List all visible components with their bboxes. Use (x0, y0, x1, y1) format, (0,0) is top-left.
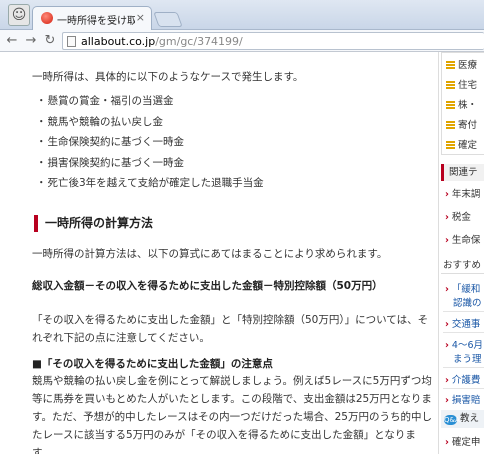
qa-heading: Q&A教え (441, 410, 484, 428)
sidebar-top-item[interactable]: 住宅 (446, 77, 477, 91)
address-bar[interactable]: allabout.co.jp/gm/gc/374199/ (62, 32, 484, 50)
recommend-item[interactable]: 4～6月 (445, 337, 483, 351)
related-item[interactable]: 税金 (445, 209, 471, 223)
chat-bubble-icon: Q&A (444, 415, 460, 425)
sidebar-top-item[interactable]: 確定 (446, 137, 477, 151)
recommend-item-sub[interactable]: まう理 (453, 351, 482, 365)
list-item: 懸賞の賞金・福引の当選金 (36, 93, 264, 114)
example-text: 競馬や競輪の払い戻し金を例にとって解説しましょう。例えば5レースに5万円ずつ均等… (32, 375, 432, 454)
list-item: 生命保険契約に基づく一時金 (36, 134, 264, 155)
article-content: 一時所得は、具体的に以下のようなケースで発生します。 懸賞の賞金・福引の当選金 … (0, 52, 438, 454)
formula-text: 総収入金額－その収入を得るために支出した金額－特別控除額（50万円） (32, 280, 383, 292)
sidebar: 医療 住宅 株・ 寄付 確定 関連テ 年末調 税金 生命保 おすすめ 「緩和 認… (438, 52, 484, 454)
browser-toolbar: ← → ↻ allabout.co.jp/gm/gc/374199/ (0, 30, 484, 52)
sidebar-top-item[interactable]: 医療 (446, 57, 477, 71)
browser-titlebar: ☺ 一時所得を受け取った場 × (0, 0, 484, 30)
url-path: /gm/gc/374199/ (155, 35, 243, 48)
divider (443, 367, 484, 368)
divider (443, 388, 484, 389)
reload-icon[interactable]: ↻ (41, 32, 59, 50)
recommend-item[interactable]: 交通事 (445, 316, 481, 330)
recommend-item[interactable]: 「緩和 (445, 281, 481, 295)
list-icon (446, 121, 455, 129)
list-icon (446, 141, 455, 149)
tab-title: 一時所得を受け取った場 (57, 16, 135, 27)
list-icon (446, 101, 455, 109)
case-list: 懸賞の賞金・福引の当選金 競馬や競輪の払い戻し金 生命保険契約に基づく一時金 損… (36, 93, 264, 196)
section-heading: 一時所得の計算方法 (34, 215, 153, 232)
new-tab-button[interactable] (153, 12, 183, 27)
forward-icon[interactable]: → (22, 32, 40, 50)
url-text[interactable]: allabout.co.jp/gm/gc/374199/ (81, 35, 243, 48)
divider (443, 311, 484, 312)
list-item: 損害保険契約に基づく一時金 (36, 155, 264, 176)
url-domain: allabout.co.jp (81, 35, 156, 48)
list-icon (446, 61, 455, 69)
note-text: 「その収入を得るために支出した金額」と「特別控除額（50万円）」については、それ… (32, 314, 429, 344)
list-item: 競馬や競輪の払い戻し金 (36, 114, 264, 135)
browser-tab[interactable]: 一時所得を受け取った場 × (32, 6, 152, 30)
qa-item[interactable]: 確定申 (445, 434, 481, 448)
recommend-item-sub[interactable]: 認識の (453, 295, 482, 309)
recommend-item[interactable]: 介護費 (445, 372, 481, 386)
recommend-item[interactable]: 損害賠 (445, 392, 481, 406)
calc-intro-text: 一時所得の計算方法は、以下の算式にあてはまることにより求められます。 (32, 248, 388, 260)
sidebar-top-item[interactable]: 寄付 (446, 117, 477, 131)
favicon-icon (41, 12, 53, 24)
list-item: 死亡後3年を越えて支給が確定した退職手当金 (36, 175, 264, 196)
back-icon[interactable]: ← (3, 32, 21, 50)
intro-text: 一時所得は、具体的に以下のようなケースで発生します。 (32, 71, 304, 83)
related-heading: 関連テ (441, 164, 484, 181)
sidebar-top-item[interactable]: 株・ (446, 97, 477, 111)
sidebar-top-box: 医療 住宅 株・ 寄付 確定 (441, 52, 484, 155)
tab-close-icon[interactable]: × (136, 11, 145, 24)
related-item[interactable]: 年末調 (445, 186, 481, 200)
page-icon (67, 36, 76, 47)
recommend-heading: おすすめ (441, 257, 484, 274)
related-item[interactable]: 生命保 (445, 232, 481, 246)
user-avatar-icon[interactable]: ☺ (8, 4, 30, 26)
subheading: ■「その収入を得るために支出した金額」の注意点 (32, 358, 273, 370)
list-icon (446, 81, 455, 89)
divider (443, 332, 484, 333)
